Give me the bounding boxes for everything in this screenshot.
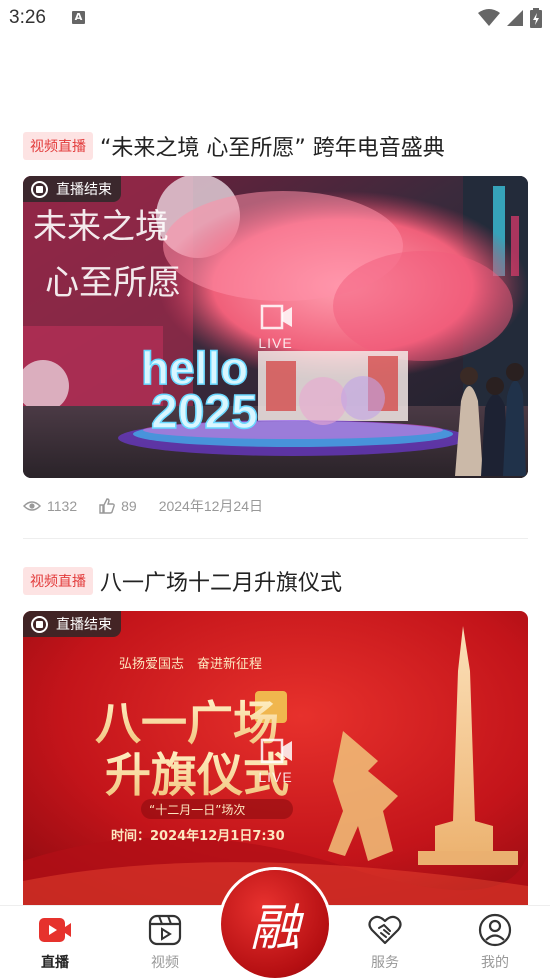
live-overlay[interactable]: LIVE xyxy=(258,303,294,351)
live-ended-badge: 直播结束 xyxy=(23,176,121,202)
tab-live-label: 直播 xyxy=(41,955,69,971)
tab-video[interactable]: 视频 xyxy=(110,906,220,979)
live-overlay[interactable]: LIVE xyxy=(258,737,294,785)
handshake-heart-icon xyxy=(368,915,402,945)
rong-logo-button[interactable]: 融 xyxy=(221,870,329,978)
eye-icon xyxy=(23,501,41,511)
user-profile-icon xyxy=(478,913,512,947)
battery-icon xyxy=(530,8,542,28)
thumb-up-icon xyxy=(99,498,115,514)
card-stats: 1132 89 2024年12月24日 xyxy=(23,496,528,516)
status-bar: 3:26 A xyxy=(0,0,550,38)
play-live-icon xyxy=(260,304,292,330)
live-ended-label: 直播结束 xyxy=(56,617,112,633)
video-play-icon xyxy=(148,914,182,946)
live-video-icon xyxy=(39,918,71,942)
video-thumbnail[interactable]: 弘扬爱国志 奋进新征程 八一广场 升旗仪式 “十二月一日”场次 时间：2024年… xyxy=(23,611,528,911)
publish-date: 2024年12月24日 xyxy=(158,498,263,514)
category-tag: 视频直播 xyxy=(23,132,93,160)
notification-icon: A xyxy=(72,11,85,24)
live-label: LIVE xyxy=(258,769,293,785)
banner-text-2: 心至所愿 xyxy=(45,263,181,303)
card-title[interactable]: “未来之境 心至所愿” 跨年电音盛典 xyxy=(100,130,445,162)
video-thumbnail[interactable]: hello 2025 未来之境 心至所愿 直播结束 LIVE xyxy=(23,176,528,478)
view-count: 1132 xyxy=(47,498,78,514)
wifi-icon xyxy=(478,9,500,26)
card-title-row[interactable]: 视频直播 “未来之境 心至所愿” 跨年电音盛典 xyxy=(23,130,528,162)
live-card[interactable]: 视频直播 八一广场十二月升旗仪式 弘扬爱国志 奋进新征程 八一广场 升旗仪式 “… xyxy=(23,565,528,911)
banner-text-1: 未来之境 xyxy=(33,207,169,247)
slogan-text: 弘扬爱国志 奋进新征程 xyxy=(119,656,262,672)
card-title-row[interactable]: 视频直播 八一广场十二月升旗仪式 xyxy=(23,565,528,597)
tab-mine-label: 我的 xyxy=(481,955,509,971)
tab-service[interactable]: 服务 xyxy=(330,906,440,979)
like-count: 89 xyxy=(121,498,137,514)
headline-text-1: 八一广场 xyxy=(95,696,279,750)
tab-video-label: 视频 xyxy=(151,955,179,971)
card-divider xyxy=(23,538,528,539)
stop-icon xyxy=(31,180,48,198)
tab-service-label: 服务 xyxy=(371,955,399,971)
live-ended-label: 直播结束 xyxy=(56,182,112,198)
session-text: “十二月一日”场次 xyxy=(149,803,245,817)
signal-icon xyxy=(507,10,523,26)
live-ended-badge: 直播结束 xyxy=(23,611,121,637)
card-title[interactable]: 八一广场十二月升旗仪式 xyxy=(100,565,342,597)
stop-icon xyxy=(31,615,48,633)
rong-logo-icon: 融 xyxy=(250,899,300,957)
tab-live[interactable]: 直播 xyxy=(0,906,110,979)
live-label: LIVE xyxy=(258,335,293,351)
status-icons xyxy=(478,7,542,29)
live-card[interactable]: 视频直播 “未来之境 心至所愿” 跨年电音盛典 hello 2025 未来之境 … xyxy=(23,130,528,539)
neon-year-text: 2025 xyxy=(151,386,258,439)
play-live-icon xyxy=(260,738,292,764)
status-time: 3:26 xyxy=(9,7,46,28)
category-tag: 视频直播 xyxy=(23,567,93,595)
ceremony-time-text: 时间：2024年12月1日7:30 xyxy=(111,828,285,844)
tab-mine[interactable]: 我的 xyxy=(440,906,550,979)
